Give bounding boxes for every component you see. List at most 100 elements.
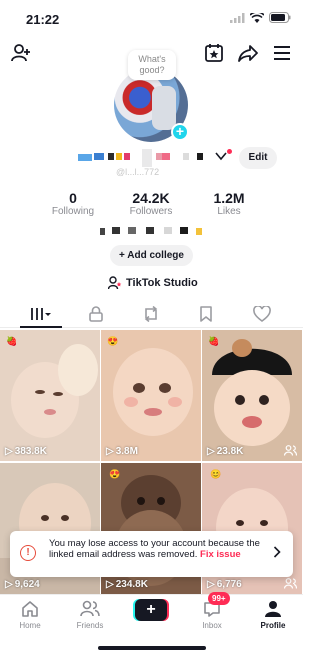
battery-icon	[269, 12, 291, 23]
calendar-star-icon[interactable]	[203, 42, 225, 64]
friends-icon	[80, 600, 100, 617]
video-thumbnail[interactable]: 🍓 ▷ 383.8K	[0, 330, 100, 461]
video-views: ▷ 23.8K	[207, 446, 244, 457]
share-icon[interactable]	[237, 42, 259, 64]
status-bubble[interactable]: What's good?	[128, 50, 176, 80]
video-thumbnail[interactable]: 🍓 ▷ 23.8K	[202, 330, 302, 461]
alert-icon: !	[20, 545, 36, 561]
edit-profile-button[interactable]: Edit	[239, 147, 277, 169]
nav-friends[interactable]: Friends	[65, 599, 115, 630]
video-views: ▷ 6,776	[207, 579, 242, 590]
chevron-right-icon[interactable]	[273, 546, 281, 561]
menu-icon[interactable]	[271, 42, 293, 64]
sticker-icon: 🍓	[6, 336, 18, 346]
video-views: ▷ 383.8K	[5, 446, 47, 457]
stat-value: 0	[69, 190, 77, 206]
studio-label: TikTok Studio	[126, 277, 198, 289]
username-blur	[124, 153, 130, 160]
nav-home-label: Home	[19, 621, 41, 630]
fix-issue-link[interactable]: Fix issue	[200, 549, 241, 560]
stat-label: Following	[51, 206, 95, 217]
sticker-icon: 🍓	[208, 336, 220, 346]
username-blur	[78, 154, 92, 161]
people-icon	[284, 445, 297, 456]
stat-label: Followers	[129, 206, 173, 217]
username-blur	[108, 153, 114, 160]
bio-blur	[128, 227, 136, 234]
nav-profile[interactable]: Profile	[248, 599, 298, 630]
view-count: 383.8K	[14, 446, 47, 457]
baby-photo	[202, 330, 302, 461]
view-count: 3.8M	[115, 446, 138, 457]
content-tabs	[0, 300, 303, 328]
sticker-icon: 😊	[210, 469, 222, 479]
nav-home[interactable]: Home	[5, 599, 55, 630]
bookmark-icon	[200, 306, 212, 322]
inbox-badge: 99+	[208, 592, 230, 605]
email-warning-toast[interactable]: ! You may lose access to your account be…	[10, 531, 293, 577]
avatar-figure	[152, 86, 176, 130]
create-button[interactable]: +	[135, 599, 167, 621]
add-college-button[interactable]: + Add college	[110, 245, 193, 266]
bio-blur	[146, 227, 154, 234]
video-views: ▷ 234.8K	[106, 579, 148, 590]
video-views: ▷ 9,624	[5, 579, 40, 590]
view-count: 234.8K	[115, 579, 148, 590]
stat-label: Likes	[217, 206, 241, 217]
signal-icon	[230, 12, 245, 23]
username-blur	[94, 153, 104, 160]
sticker-icon: 😍	[107, 336, 119, 346]
profile-stats: 0 Following 24.2K Followers 1.2M Likes	[0, 190, 303, 222]
heart-icon	[253, 306, 271, 322]
tab-favorites[interactable]	[192, 304, 220, 324]
status-bar: 21:22	[0, 0, 303, 38]
home-indicator	[98, 646, 206, 650]
tiktok-studio-link[interactable]: TikTok Studio	[108, 276, 198, 290]
nav-inbox-label: Inbox	[202, 621, 222, 630]
notification-dot	[227, 149, 232, 154]
username-blur	[142, 149, 152, 167]
stat-likes[interactable]: 1.2M Likes	[189, 190, 269, 217]
toast-text: You may lose access to your account beca…	[49, 538, 269, 560]
grid-icon	[31, 308, 51, 320]
chevron-down-icon[interactable]	[215, 150, 227, 164]
bio-blur	[196, 228, 202, 235]
view-count: 23.8K	[216, 446, 244, 457]
stat-value: 24.2K	[132, 190, 170, 206]
stat-following[interactable]: 0 Following	[33, 190, 113, 217]
baby-photo	[101, 330, 201, 461]
profile-icon	[265, 601, 281, 617]
profile-handle: @l...l...772	[116, 167, 160, 177]
tab-videos[interactable]	[27, 304, 55, 324]
baby-photo	[0, 330, 100, 461]
status-time: 21:22	[26, 12, 60, 27]
username-blur	[162, 153, 170, 160]
lock-icon	[89, 306, 103, 322]
active-tab-indicator	[20, 326, 62, 328]
tab-private[interactable]	[82, 304, 110, 324]
sticker-icon: 😍	[109, 469, 121, 479]
bio-blur	[100, 228, 105, 235]
view-count: 6,776	[216, 579, 242, 590]
view-count: 9,624	[14, 579, 40, 590]
tab-reposts[interactable]	[137, 304, 165, 324]
add-friend-icon[interactable]	[10, 42, 32, 64]
home-icon	[22, 601, 38, 617]
username-blur	[197, 153, 203, 160]
video-thumbnail[interactable]: 😍 ▷ 3.8M	[101, 330, 201, 461]
bottom-navigation: Home Friends + Inbox 99+ Profile	[0, 592, 303, 656]
username-blur	[116, 153, 122, 160]
bio-blur	[112, 227, 120, 234]
stat-followers[interactable]: 24.2K Followers	[111, 190, 191, 217]
bio-blur	[164, 227, 172, 234]
stat-value: 1.2M	[213, 190, 245, 206]
avatar-add-icon[interactable]: +	[171, 123, 189, 141]
nav-friends-label: Friends	[76, 621, 104, 630]
wifi-icon	[250, 12, 264, 23]
tab-liked[interactable]	[248, 304, 276, 324]
status-icons	[230, 12, 291, 23]
studio-icon	[108, 276, 122, 290]
username-blur	[183, 153, 189, 160]
repost-icon	[144, 306, 158, 322]
nav-profile-label: Profile	[260, 621, 286, 630]
